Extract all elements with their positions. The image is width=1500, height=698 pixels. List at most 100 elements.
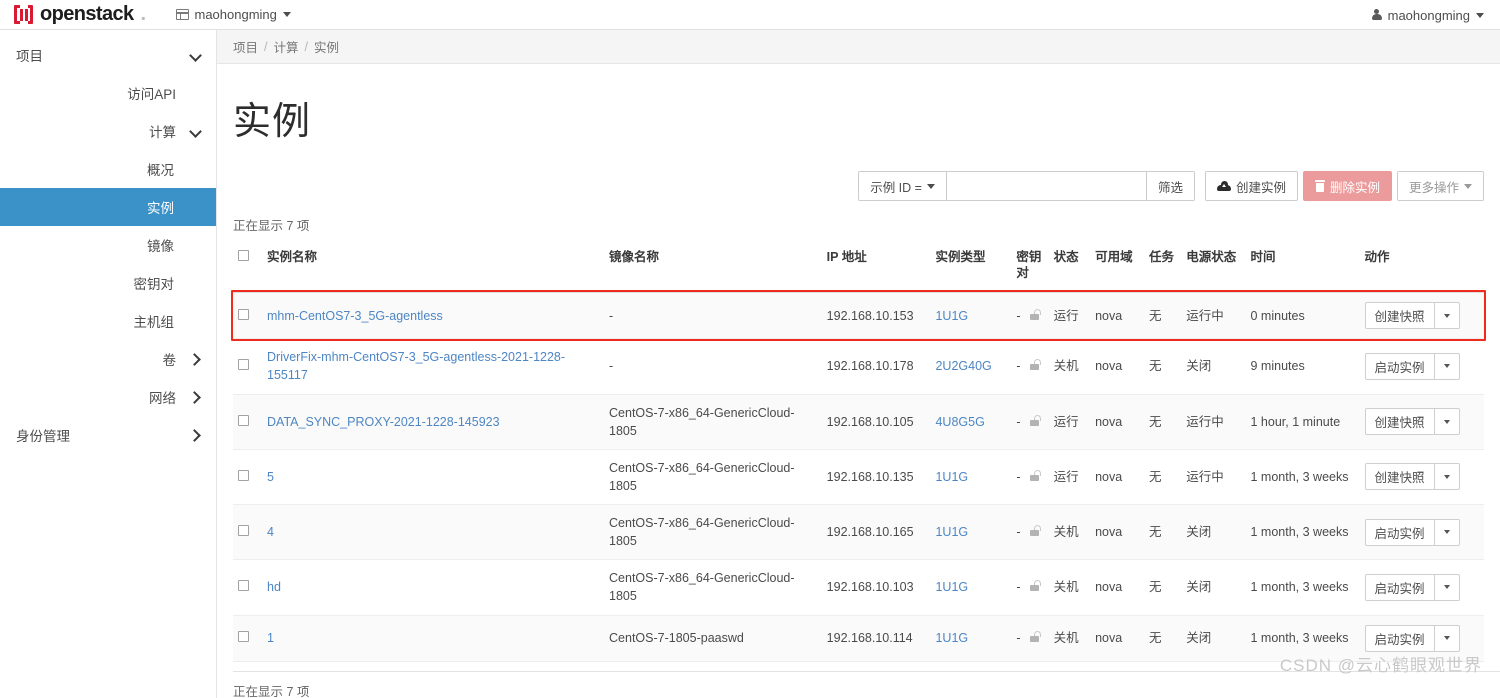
create-instance-button[interactable]: 创建实例	[1204, 171, 1298, 201]
cell-instance-name-link[interactable]: hd	[267, 580, 281, 594]
cell-select	[233, 615, 263, 662]
cell-instance-name-link[interactable]: mhm-CentOS7-3_5G-agentless	[267, 309, 443, 323]
cell-flavor-link[interactable]: 1U1G	[935, 580, 968, 594]
row-checkbox[interactable]	[238, 525, 249, 537]
sidebar-item-9[interactable]: 网络	[0, 378, 216, 416]
cell-ip-address: 192.168.10.178	[821, 338, 931, 395]
cloud-upload-icon	[1216, 181, 1231, 191]
brand-dot: .	[140, 3, 147, 25]
cell-instance-name: mhm-CentOS7-3_5G-agentless	[262, 292, 605, 340]
row-checkbox[interactable]	[238, 630, 249, 642]
header-image-name[interactable]: 镜像名称	[604, 244, 822, 294]
row-action-dropdown-button[interactable]	[1434, 573, 1460, 601]
search-input[interactable]	[946, 171, 1147, 201]
cell-instance-name-link[interactable]: 5	[267, 470, 274, 484]
cell-flavor-link[interactable]: 2U2G40G	[935, 359, 991, 373]
sidebar-item-6[interactable]: 密钥对	[0, 264, 216, 302]
sidebar-item-4[interactable]: 实例	[0, 188, 216, 226]
row-primary-action-button[interactable]: 启动实例	[1364, 573, 1435, 601]
header-time[interactable]: 时间	[1245, 244, 1360, 294]
unlocked-padlock-icon	[1030, 469, 1042, 481]
header-availability-zone[interactable]: 可用域	[1090, 244, 1144, 294]
cell-select	[233, 292, 263, 340]
filter-field-select[interactable]: 示例 ID =	[858, 171, 947, 201]
cell-task-value: 无	[1148, 630, 1162, 645]
chevron-down-icon	[1443, 474, 1450, 479]
user-menu[interactable]: maohongming	[1371, 0, 1484, 30]
project-switcher[interactable]: maohongming	[175, 7, 291, 22]
header-ip-address[interactable]: IP 地址	[821, 244, 931, 294]
row-primary-action-button[interactable]: 启动实例	[1364, 624, 1435, 652]
breadcrumb-item-project[interactable]: 项目	[233, 37, 258, 56]
cell-instance-name: 1	[262, 615, 605, 662]
header-task[interactable]: 任务	[1143, 244, 1182, 294]
chevron-down-icon	[1476, 12, 1484, 18]
sidebar-item-2[interactable]: 计算	[0, 112, 216, 150]
cell-ip-address-value: 192.168.10.114	[826, 630, 913, 645]
row-primary-action-button[interactable]: 启动实例	[1364, 352, 1435, 380]
row-action-group: 创建快照	[1364, 463, 1480, 491]
cell-instance-name: 4	[262, 504, 605, 561]
row-checkbox[interactable]	[238, 308, 249, 320]
cell-flavor-link[interactable]: 1U1G	[935, 525, 968, 539]
sidebar-item-label: 卷	[162, 353, 177, 368]
row-checkbox[interactable]	[238, 469, 249, 481]
showing-count-top: 正在显示 7 项	[233, 219, 310, 233]
row-primary-action-button[interactable]: 创建快照	[1364, 302, 1435, 330]
cell-power-state-value: 运行中	[1186, 469, 1224, 484]
header-keypair[interactable]: 密钥对	[1011, 244, 1049, 294]
sidebar-item-3[interactable]: 概况	[0, 150, 216, 188]
cell-instance-name-link[interactable]: DATA_SYNC_PROXY-2021-1228-145923	[267, 415, 500, 429]
row-primary-action-button[interactable]: 启动实例	[1364, 518, 1435, 546]
cell-ip-address: 192.168.10.114	[821, 615, 931, 662]
cell-keypair-value: -	[1016, 580, 1021, 595]
header-status[interactable]: 状态	[1048, 244, 1091, 294]
sidebar-item-0[interactable]: 项目	[0, 36, 216, 74]
sidebar-item-7[interactable]: 主机组	[0, 302, 216, 340]
row-checkbox[interactable]	[238, 414, 249, 426]
cell-flavor: 2U2G40G	[930, 338, 1012, 395]
breadcrumb-separator: /	[264, 39, 268, 54]
chevron-down-icon	[190, 49, 202, 61]
breadcrumb-item-compute[interactable]: 计算	[274, 37, 299, 56]
row-primary-action-button[interactable]: 创建快照	[1364, 408, 1435, 436]
row-checkbox[interactable]	[238, 580, 249, 592]
row-primary-action-button[interactable]: 创建快照	[1364, 463, 1435, 491]
sidebar-item-10[interactable]: 身份管理	[0, 416, 216, 454]
cell-status: 运行	[1048, 449, 1091, 506]
row-action-dropdown-button[interactable]	[1434, 408, 1460, 436]
delete-instance-button[interactable]: 删除实例	[1302, 171, 1392, 201]
cell-select	[233, 559, 263, 616]
header-power-state[interactable]: 电源状态	[1181, 244, 1246, 294]
cell-flavor-link[interactable]: 4U8G5G	[935, 415, 984, 429]
cell-flavor-link[interactable]: 1U1G	[935, 470, 968, 484]
cell-availability-zone-value: nova	[1095, 630, 1123, 645]
cell-instance-name-link[interactable]: DriverFix-mhm-CentOS7-3_5G-agentless-202…	[267, 350, 565, 382]
cell-flavor: 1U1G	[930, 449, 1012, 506]
sidebar-item-5[interactable]: 镜像	[0, 226, 216, 264]
filter-button[interactable]: 筛选	[1146, 171, 1195, 201]
row-action-group: 创建快照	[1364, 302, 1480, 330]
cell-flavor-link[interactable]: 1U1G	[935, 631, 968, 645]
row-action-dropdown-button[interactable]	[1434, 352, 1460, 380]
row-action-dropdown-button[interactable]	[1434, 624, 1460, 652]
sidebar-item-8[interactable]: 卷	[0, 340, 216, 378]
sidebar-item-1[interactable]: 访问API	[0, 74, 216, 112]
more-actions-button[interactable]: 更多操作	[1396, 171, 1484, 201]
cell-instance-name-link[interactable]: 4	[267, 525, 274, 539]
row-checkbox[interactable]	[238, 359, 249, 371]
header-flavor[interactable]: 实例类型	[930, 244, 1012, 294]
table-body: mhm-CentOS7-3_5G-agentless - 192.168.10.15…	[233, 292, 1484, 662]
cell-instance-name-link[interactable]: 1	[267, 631, 274, 645]
cell-instance-name: DATA_SYNC_PROXY-2021-1228-145923	[262, 394, 605, 450]
table-header-row: 实例名称 镜像名称 IP 地址 实例类型 密钥对 状态 可用域 任务 电源状态 …	[233, 244, 1484, 294]
cell-flavor-link[interactable]: 1U1G	[935, 309, 968, 323]
cell-keypair-value: -	[1016, 414, 1021, 429]
cell-flavor: 1U1G	[930, 559, 1012, 616]
row-action-dropdown-button[interactable]	[1434, 463, 1460, 491]
row-action-dropdown-button[interactable]	[1434, 518, 1460, 546]
cell-status: 运行	[1048, 394, 1091, 450]
select-all-checkbox[interactable]	[238, 250, 249, 261]
header-instance-name[interactable]: 实例名称	[262, 244, 605, 294]
row-action-dropdown-button[interactable]	[1434, 302, 1460, 330]
